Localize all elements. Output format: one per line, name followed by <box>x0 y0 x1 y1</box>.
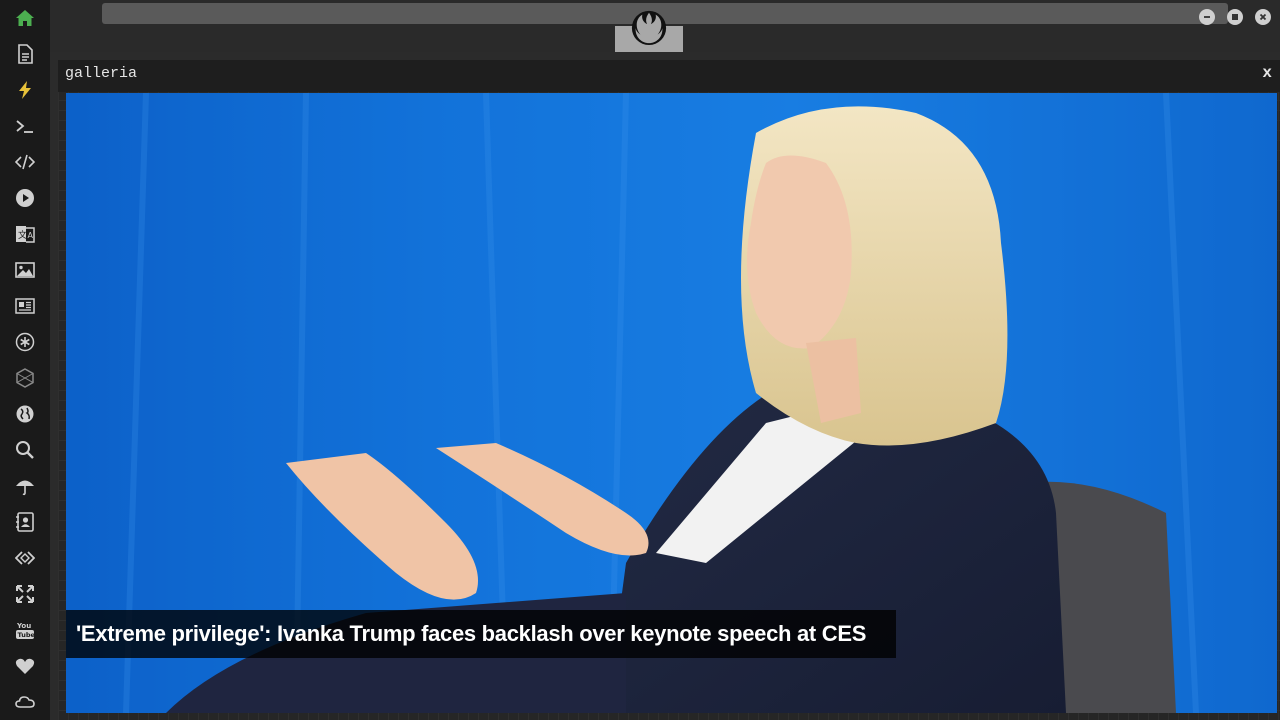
contacts-icon[interactable] <box>13 510 37 534</box>
heart-icon[interactable] <box>13 654 37 678</box>
rebel-alliance-logo-icon[interactable] <box>630 8 668 46</box>
umbrella-icon[interactable] <box>13 474 37 498</box>
translate-icon[interactable]: 文A <box>13 222 37 246</box>
document-icon[interactable] <box>13 42 37 66</box>
home-icon[interactable] <box>13 6 37 30</box>
maximize-button[interactable] <box>1227 9 1243 25</box>
youtube-icon[interactable]: You Tube <box>13 618 37 642</box>
gallery-title: galleria <box>65 65 138 82</box>
news-icon[interactable] <box>13 294 37 318</box>
code-icon[interactable] <box>13 150 37 174</box>
gallery-header: galleria x <box>58 60 1280 92</box>
close-window-button[interactable] <box>1255 9 1271 25</box>
svg-text:Tube: Tube <box>18 631 36 639</box>
api-icon[interactable] <box>13 546 37 570</box>
expand-icon[interactable] <box>13 582 37 606</box>
globe-icon[interactable] <box>13 402 37 426</box>
asterisk-icon[interactable] <box>13 330 37 354</box>
terminal-icon[interactable] <box>13 114 37 138</box>
sidebar: 文A You Tube <box>0 0 50 720</box>
minimize-button[interactable] <box>1199 9 1215 25</box>
play-icon[interactable] <box>13 186 37 210</box>
svg-text:A: A <box>28 231 34 240</box>
svg-text:文: 文 <box>18 229 27 241</box>
gallery-close-button[interactable]: x <box>1262 64 1272 82</box>
search-icon[interactable] <box>13 438 37 462</box>
lightning-icon[interactable] <box>13 78 37 102</box>
svg-text:You: You <box>16 622 31 630</box>
cloud-icon[interactable] <box>13 690 37 714</box>
caption-text: 'Extreme privilege': Ivanka Trump faces … <box>76 621 867 646</box>
hexagon-icon[interactable] <box>13 366 37 390</box>
image-icon[interactable] <box>13 258 37 282</box>
gallery-caption: 'Extreme privilege': Ivanka Trump faces … <box>66 610 896 658</box>
